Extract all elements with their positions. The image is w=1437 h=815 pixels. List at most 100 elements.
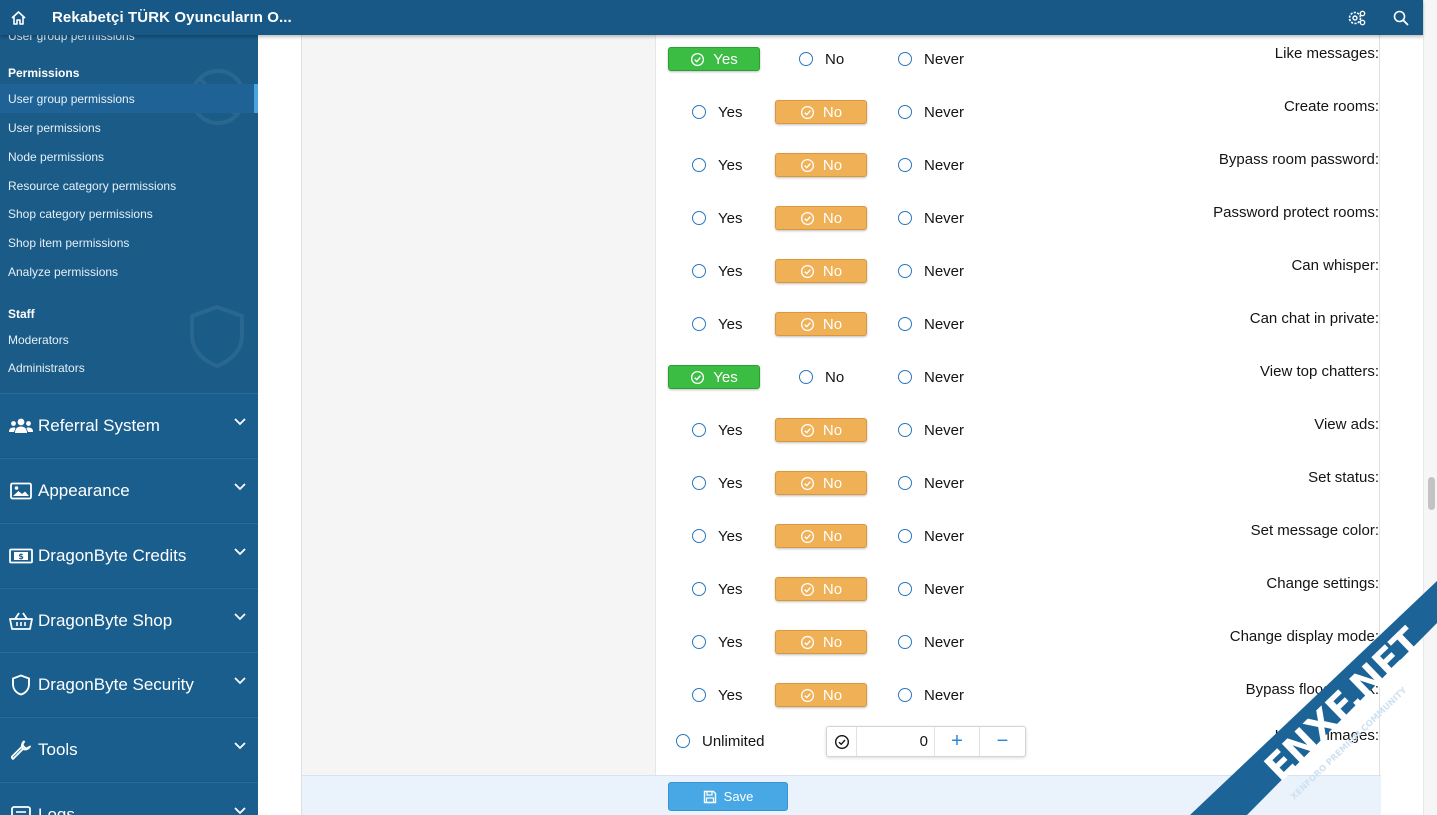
radio-never-create-rooms[interactable]: Never (898, 101, 964, 123)
radio-never-set-status[interactable]: Never (898, 472, 964, 494)
board-title[interactable]: Rekabetçi TÜRK Oyuncuların O... (52, 9, 292, 26)
option-label: Yes (713, 368, 738, 386)
radio-yes-set-message-color[interactable]: Yes (692, 525, 742, 547)
option-label: No (822, 103, 843, 121)
permission-label-bypass-flood-check: Bypass flood check: (1245, 681, 1379, 698)
radio-never-bypass-flood-check[interactable]: Never (898, 684, 964, 706)
option-no-selected-bypass-room-password[interactable]: No (775, 153, 867, 177)
radio-label: No (825, 368, 845, 386)
sidebar-link-shop-category-permissions[interactable]: Shop category permissions (0, 199, 258, 228)
sidebar-link-analyze-permissions[interactable]: Analyze permissions (0, 257, 258, 286)
radio-label: Never (924, 315, 965, 333)
money-icon: $ (9, 548, 33, 563)
option-no-selected-bypass-flood-check[interactable]: No (775, 683, 867, 707)
option-yes-selected-like-messages[interactable]: Yes (668, 47, 760, 71)
page-scrollbar[interactable] (1423, 0, 1437, 815)
radio-circle (692, 105, 706, 119)
stepper-selected-toggle[interactable] (827, 727, 857, 756)
radio-yes-set-status[interactable]: Yes (692, 472, 742, 494)
permission-label-change-settings: Change settings: (1266, 575, 1379, 592)
radio-label: Yes (718, 209, 743, 227)
logs-icon (11, 805, 31, 815)
radio-yes-view-ads[interactable]: Yes (692, 419, 742, 441)
nav-dragonbyte-security[interactable]: DragonByte Security (0, 652, 258, 716)
option-no-selected-change-display-mode[interactable]: No (775, 630, 867, 654)
radio-yes-can-whisper[interactable]: Yes (692, 260, 742, 282)
nav-tools[interactable]: Tools (0, 717, 258, 781)
option-no-selected-can-whisper[interactable]: No (775, 259, 867, 283)
option-no-selected-can-chat-in-private[interactable]: No (775, 312, 867, 336)
option-label: No (822, 315, 843, 333)
nav-dragonbyte-credits[interactable]: $ DragonByte Credits (0, 523, 258, 587)
radio-circle (898, 370, 912, 384)
nav-dragonbyte-shop[interactable]: DragonByte Shop (0, 588, 258, 652)
option-no-selected-set-message-color[interactable]: No (775, 524, 867, 548)
radio-circle (692, 264, 706, 278)
option-no-selected-view-ads[interactable]: No (775, 418, 867, 442)
option-no-selected-password-protect-rooms[interactable]: No (775, 206, 867, 230)
radio-never-set-message-color[interactable]: Never (898, 525, 964, 547)
radio-yes-change-display-mode[interactable]: Yes (692, 631, 742, 653)
check-circle-icon (800, 688, 814, 702)
settings-button[interactable] (1335, 0, 1379, 35)
radio-label: Never (924, 580, 965, 598)
nav-appearance[interactable]: Appearance (0, 458, 258, 522)
scrollbar-thumb[interactable] (1428, 477, 1435, 510)
option-no-selected-set-status[interactable]: No (775, 471, 867, 495)
radio-never-can-whisper[interactable]: Never (898, 260, 964, 282)
sidebar-link-user-group-permissions[interactable]: User group permissions (0, 84, 258, 113)
radio-circle (799, 370, 813, 384)
option-no-selected-create-rooms[interactable]: No (775, 100, 867, 124)
radio-circle (898, 211, 912, 225)
nav-logs[interactable]: Logs (0, 782, 258, 815)
radio-never-change-display-mode[interactable]: Never (898, 631, 964, 653)
search-button[interactable] (1379, 0, 1423, 35)
radio-yes-password-protect-rooms[interactable]: Yes (692, 207, 742, 229)
radio-never-bypass-room-password[interactable]: Never (898, 154, 964, 176)
radio-label: Never (924, 474, 965, 492)
stepper-plus-button[interactable]: + (935, 727, 980, 756)
option-no-selected-change-settings[interactable]: No (775, 577, 867, 601)
radio-circle (676, 734, 690, 748)
radio-yes-bypass-room-password[interactable]: Yes (692, 154, 742, 176)
option-label: No (822, 421, 843, 439)
users-icon (9, 418, 33, 433)
option-yes-selected-view-top-chatters[interactable]: Yes (668, 365, 760, 389)
radio-never-view-ads[interactable]: Never (898, 419, 964, 441)
radio-yes-change-settings[interactable]: Yes (692, 578, 742, 600)
sidebar-cut-item[interactable]: User group permissions (8, 35, 135, 43)
radio-circle (799, 52, 813, 66)
radio-yes-create-rooms[interactable]: Yes (692, 101, 742, 123)
radio-never-password-protect-rooms[interactable]: Never (898, 207, 964, 229)
radio-label: No (825, 50, 845, 68)
radio-yes-bypass-flood-check[interactable]: Yes (692, 684, 742, 706)
upload-images-value[interactable]: 0 (857, 727, 935, 756)
radio-yes-can-chat-in-private[interactable]: Yes (692, 313, 742, 335)
radio-label: Never (924, 103, 965, 121)
save-button[interactable]: Save (668, 782, 788, 811)
nav-label: DragonByte Shop (38, 610, 173, 630)
sidebar-link-user-permissions[interactable]: User permissions (0, 113, 258, 142)
sidebar-link-administrators[interactable]: Administrators (0, 353, 258, 382)
home-button[interactable] (0, 0, 36, 35)
radio-no-like-messages[interactable]: No (799, 48, 844, 70)
check-circle-icon (800, 423, 814, 437)
svg-text:$: $ (18, 552, 24, 561)
radio-never-change-settings[interactable]: Never (898, 578, 964, 600)
radio-label: Unlimited (702, 732, 765, 750)
stepper-minus-button[interactable]: − (980, 727, 1025, 756)
sidebar-link-moderators[interactable]: Moderators (0, 325, 258, 354)
nav-referral-system[interactable]: Referral System (0, 393, 258, 457)
radio-never-view-top-chatters[interactable]: Never (898, 366, 964, 388)
radio-unlimited[interactable]: Unlimited (676, 730, 765, 752)
sidebar-link-shop-item-permissions[interactable]: Shop item permissions (0, 228, 258, 257)
upload-images-stepper[interactable]: 0 + − (826, 726, 1026, 757)
sidebar-link-node-permissions[interactable]: Node permissions (0, 142, 258, 171)
nav-label: Appearance (38, 480, 130, 500)
radio-never-can-chat-in-private[interactable]: Never (898, 313, 964, 335)
sidebar-link-resource-category-permissions[interactable]: Resource category permissions (0, 171, 258, 200)
check-circle-icon (800, 635, 814, 649)
radio-circle (692, 158, 706, 172)
radio-no-view-top-chatters[interactable]: No (799, 366, 844, 388)
radio-never-like-messages[interactable]: Never (898, 48, 964, 70)
